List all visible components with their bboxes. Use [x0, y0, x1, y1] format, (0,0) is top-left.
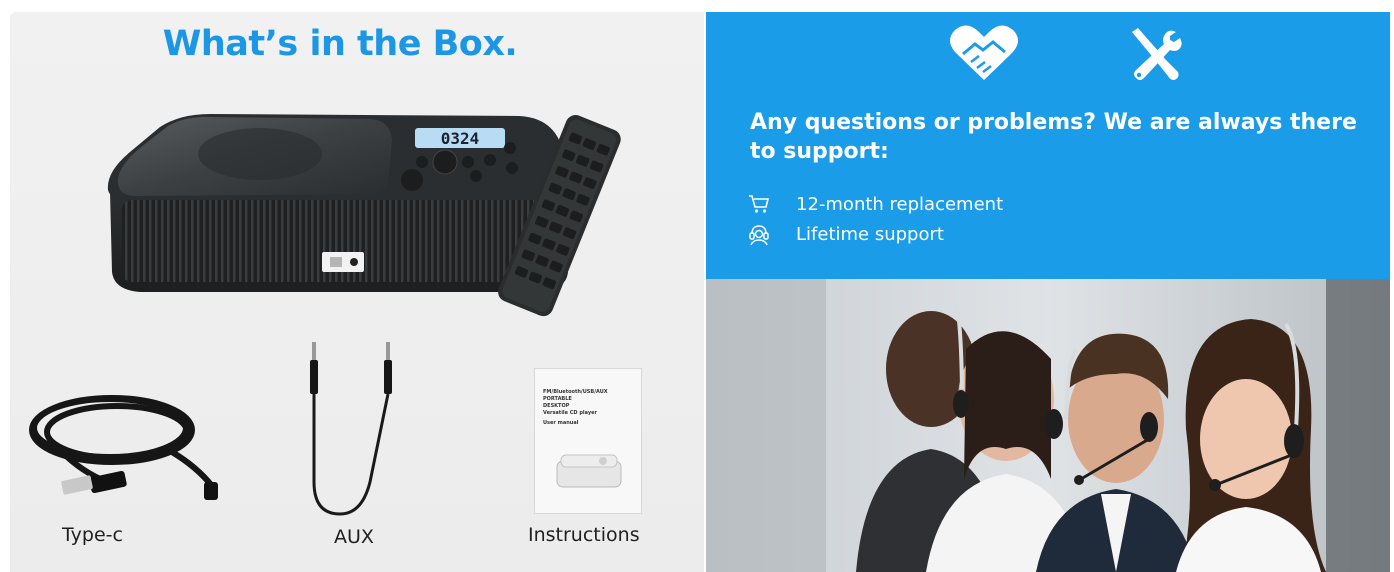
- player-display-digits: 0324: [441, 129, 480, 148]
- call-center-illustration: [706, 279, 1390, 572]
- service-label: Lifetime support: [796, 223, 944, 245]
- aux-caption: AUX: [334, 526, 374, 548]
- type-c-cable-image: [29, 395, 218, 500]
- call-center-photo: [706, 279, 1390, 572]
- manual-line-1: FM/Bluetooth/USB/AUX: [543, 389, 608, 395]
- type-c-caption: Type-c: [62, 524, 123, 546]
- cd-player-image: 0324: [107, 114, 621, 317]
- service-item-support: Lifetime support: [746, 222, 944, 246]
- service-item-replacement: 12-month replacement: [746, 192, 1003, 216]
- manual-line-3: DESKTOP: [543, 403, 570, 409]
- manual-line-5: User manual: [543, 420, 579, 426]
- support-headline: Any questions or problems? We are always…: [750, 110, 1357, 164]
- aux-cable-image: [310, 342, 392, 516]
- headset-support-icon: [746, 222, 772, 246]
- whats-in-the-box-panel: What’s in the Box. 0324 Type-c AUX FM/Bl…: [10, 12, 704, 572]
- instruction-manual-image: FM/Bluetooth/USB/AUX PORTABLE DESKTOP Ve…: [535, 369, 641, 513]
- manual-line-2: PORTABLE: [543, 396, 572, 402]
- manual-cover-illustration: [556, 454, 622, 488]
- support-panel: Any questions or problems? We are always…: [706, 12, 1390, 279]
- handshake-heart-icon: [950, 25, 1018, 80]
- tools-icon: [1132, 28, 1182, 81]
- manual-line-4: Versatile CD player: [543, 410, 597, 416]
- service-label: 12-month replacement: [796, 193, 1004, 215]
- cart-icon: [746, 192, 772, 216]
- box-title: What’s in the Box.: [162, 24, 518, 64]
- instructions-caption: Instructions: [528, 524, 640, 546]
